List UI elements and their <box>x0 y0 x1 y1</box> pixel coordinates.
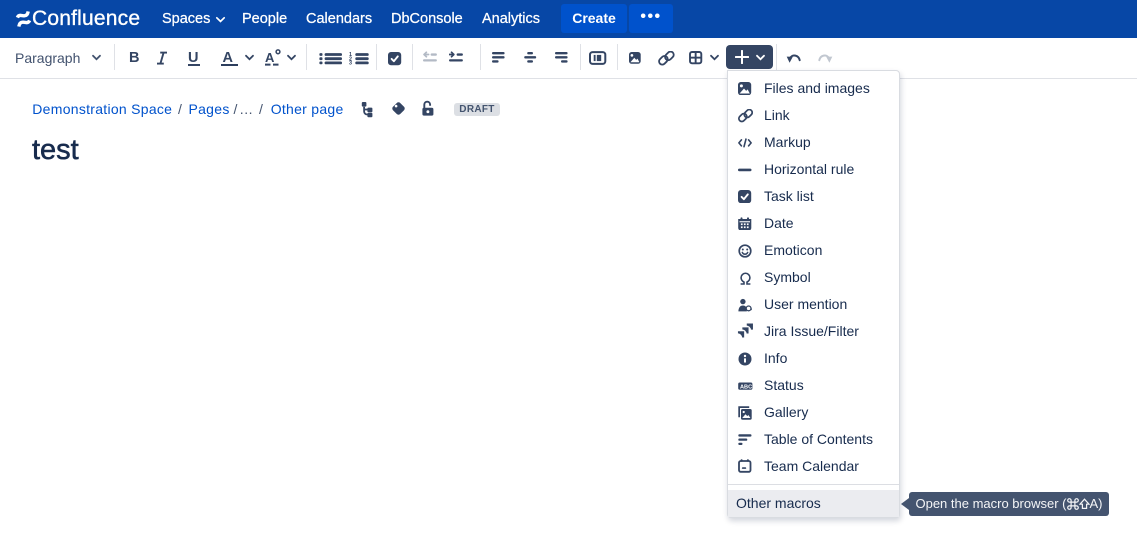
svg-text:3: 3 <box>349 60 352 65</box>
svg-text:ABC: ABC <box>740 384 752 390</box>
